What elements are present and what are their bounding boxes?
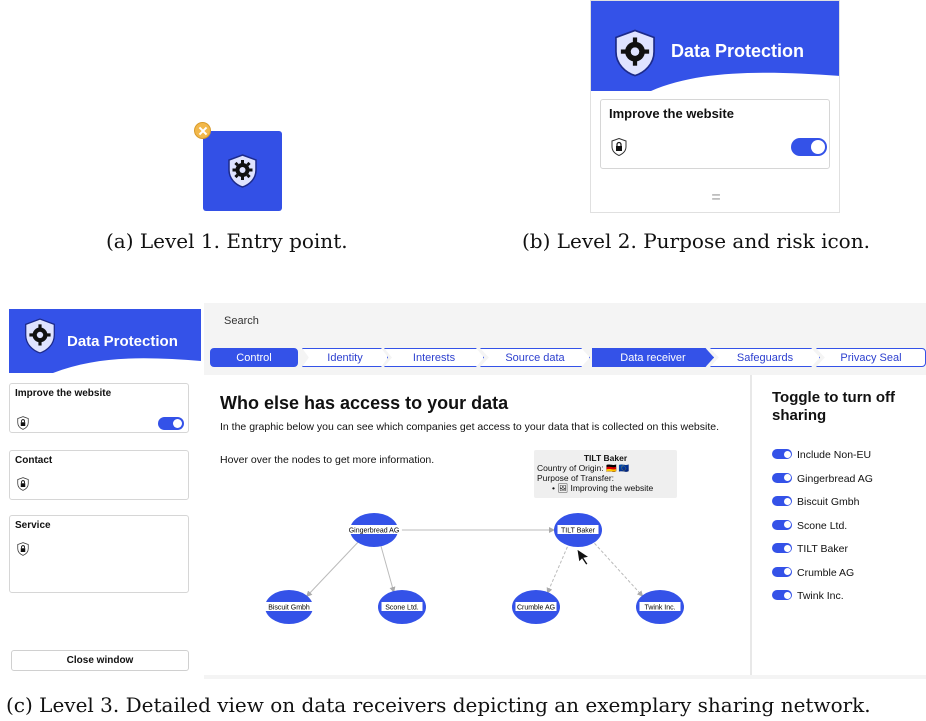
sharing-toggle-row[interactable]: Include Non-EU bbox=[772, 449, 871, 462]
tab-interests[interactable]: Interests bbox=[384, 348, 484, 367]
sharing-toggle-row[interactable]: Crumble AG bbox=[772, 566, 855, 580]
purpose-card-improve[interactable]: Improve the website bbox=[600, 99, 830, 169]
lock-shield-icon bbox=[611, 138, 627, 156]
node-tooltip: TILT Baker Country of Origin: 🇩🇪 🇪🇺 Purp… bbox=[534, 450, 677, 498]
graph-edge bbox=[590, 539, 644, 597]
gear-shield-icon bbox=[228, 154, 257, 188]
tooltip-title: TILT Baker bbox=[583, 453, 628, 463]
sharing-toggle-row[interactable]: TILT Baker bbox=[772, 543, 848, 556]
graph-node[interactable]: Twink Inc. bbox=[636, 590, 684, 624]
sharing-toggle-row[interactable]: Biscuit Gmbh bbox=[772, 496, 859, 509]
tooltip-origin: Country of Origin: 🇩🇪 🇪🇺 bbox=[537, 463, 630, 473]
caption-level-2: (b) Level 2. Purpose and risk icon. bbox=[522, 229, 870, 253]
tab-identity[interactable]: Identity bbox=[302, 348, 388, 367]
lock-shield-icon bbox=[17, 477, 29, 491]
sharing-toggle-label: TILT Baker bbox=[797, 543, 848, 555]
level3-main: Search Control Identity Interests Source… bbox=[204, 303, 926, 679]
sharing-toggle-row[interactable]: Scone Ltd. bbox=[772, 519, 848, 533]
lock-shield-icon bbox=[17, 542, 29, 556]
graph-edge bbox=[306, 539, 362, 597]
gear-shield-icon bbox=[25, 318, 55, 354]
graph-node-label: TILT Baker bbox=[561, 528, 596, 535]
purpose-label: Improve the website bbox=[609, 106, 734, 121]
sharing-toggle-label: Biscuit Gmbh bbox=[797, 496, 860, 508]
purpose-toggle[interactable] bbox=[158, 417, 184, 430]
tab-source-data[interactable]: Source data bbox=[480, 348, 590, 367]
purpose-label: Improve the website bbox=[15, 388, 112, 399]
sharing-toggle-label: Include Non-EU bbox=[797, 449, 872, 461]
graph-node-label: Gingerbread AG bbox=[349, 528, 400, 535]
sharing-toggle[interactable] bbox=[772, 590, 792, 600]
divider bbox=[750, 375, 752, 675]
gear-shield-icon bbox=[615, 29, 655, 77]
lock-shield-icon bbox=[17, 416, 29, 430]
mouse-cursor-icon bbox=[576, 548, 591, 566]
sharing-toggle[interactable] bbox=[772, 496, 792, 506]
caption-level-3: (c) Level 3. Detailed view on data recei… bbox=[6, 693, 871, 717]
tab-data-receiver[interactable]: Data receiver bbox=[592, 348, 714, 367]
purpose-label: Service bbox=[15, 520, 51, 531]
sharing-toggle-panel: Toggle to turn off sharing Include Non-E… bbox=[772, 389, 922, 602]
purpose-card-contact[interactable]: Contact bbox=[9, 450, 189, 500]
purpose-toggle[interactable] bbox=[791, 138, 827, 156]
tooltip-purpose: • 🖼 Improving the website bbox=[552, 483, 654, 493]
graph-node[interactable]: Crumble AG bbox=[512, 590, 560, 624]
tooltip-purpose-label: Purpose of Transfer: bbox=[537, 473, 615, 483]
graph-node[interactable]: Scone Ltd. bbox=[378, 590, 426, 624]
sharing-toggle[interactable] bbox=[772, 519, 792, 530]
level3-window: Data Protection Improve the website Cont… bbox=[3, 303, 926, 679]
sharing-toggle-label: Crumble AG bbox=[797, 566, 855, 579]
sharing-toggle-row[interactable]: Gingerbread AG bbox=[772, 472, 873, 486]
close-window-button[interactable]: Close window bbox=[11, 650, 189, 671]
expand-handle[interactable]: = bbox=[701, 189, 731, 207]
tab-control[interactable]: Control bbox=[210, 348, 298, 367]
caption-level-1: (a) Level 1. Entry point. bbox=[106, 229, 348, 253]
sharing-toggle[interactable] bbox=[772, 543, 792, 553]
tab-privacy-seal[interactable]: Privacy Seal bbox=[816, 348, 926, 367]
purpose-label: Contact bbox=[15, 455, 53, 466]
sharing-toggle-label: Gingerbread AG bbox=[797, 472, 873, 485]
tab-safeguards[interactable]: Safeguards bbox=[710, 348, 820, 367]
graph-edge bbox=[379, 543, 396, 593]
sharing-toggle[interactable] bbox=[772, 472, 792, 483]
content-panel: Who else has access to your data In the … bbox=[204, 375, 926, 675]
sharing-toggle[interactable] bbox=[772, 449, 792, 459]
level2-popup: Data Protection Improve the website = bbox=[590, 0, 840, 213]
graph-node[interactable]: Biscuit Gmbh bbox=[264, 590, 314, 624]
graph-edge bbox=[546, 542, 570, 594]
graph-node[interactable]: TILT Baker bbox=[554, 513, 602, 547]
graph-node-label: Scone Ltd. bbox=[385, 605, 419, 612]
purpose-card-service[interactable]: Service bbox=[9, 515, 189, 593]
search-label[interactable]: Search bbox=[224, 315, 259, 327]
graph-node-label: Twink Inc. bbox=[644, 605, 675, 612]
tab-bar: Control Identity Interests Source data D… bbox=[210, 348, 926, 367]
level3-sidebar: Data Protection Improve the website Cont… bbox=[3, 303, 203, 679]
sharing-toggle-row[interactable]: Twink Inc. bbox=[772, 590, 844, 603]
level2-title: Data Protection bbox=[671, 41, 805, 61]
graph-node-label: Crumble AG bbox=[517, 605, 555, 612]
purpose-card-improve[interactable]: Improve the website bbox=[9, 383, 189, 433]
sharing-toggle[interactable] bbox=[772, 566, 792, 577]
sharing-network-graph: Gingerbread AG TILT Baker Biscuit Gmbh Scon… bbox=[264, 513, 684, 624]
entry-button[interactable] bbox=[203, 131, 282, 211]
sharing-toggle-label: Scone Ltd. bbox=[797, 519, 848, 532]
close-icon[interactable] bbox=[194, 122, 211, 139]
toggle-panel-title: Toggle to turn off sharing bbox=[772, 389, 896, 424]
level3-title: Data Protection bbox=[67, 333, 178, 350]
graph-node[interactable]: Gingerbread AG bbox=[346, 513, 402, 547]
sharing-toggle-label: Twink Inc. bbox=[797, 590, 844, 602]
graph-node-label: Biscuit Gmbh bbox=[268, 605, 310, 612]
